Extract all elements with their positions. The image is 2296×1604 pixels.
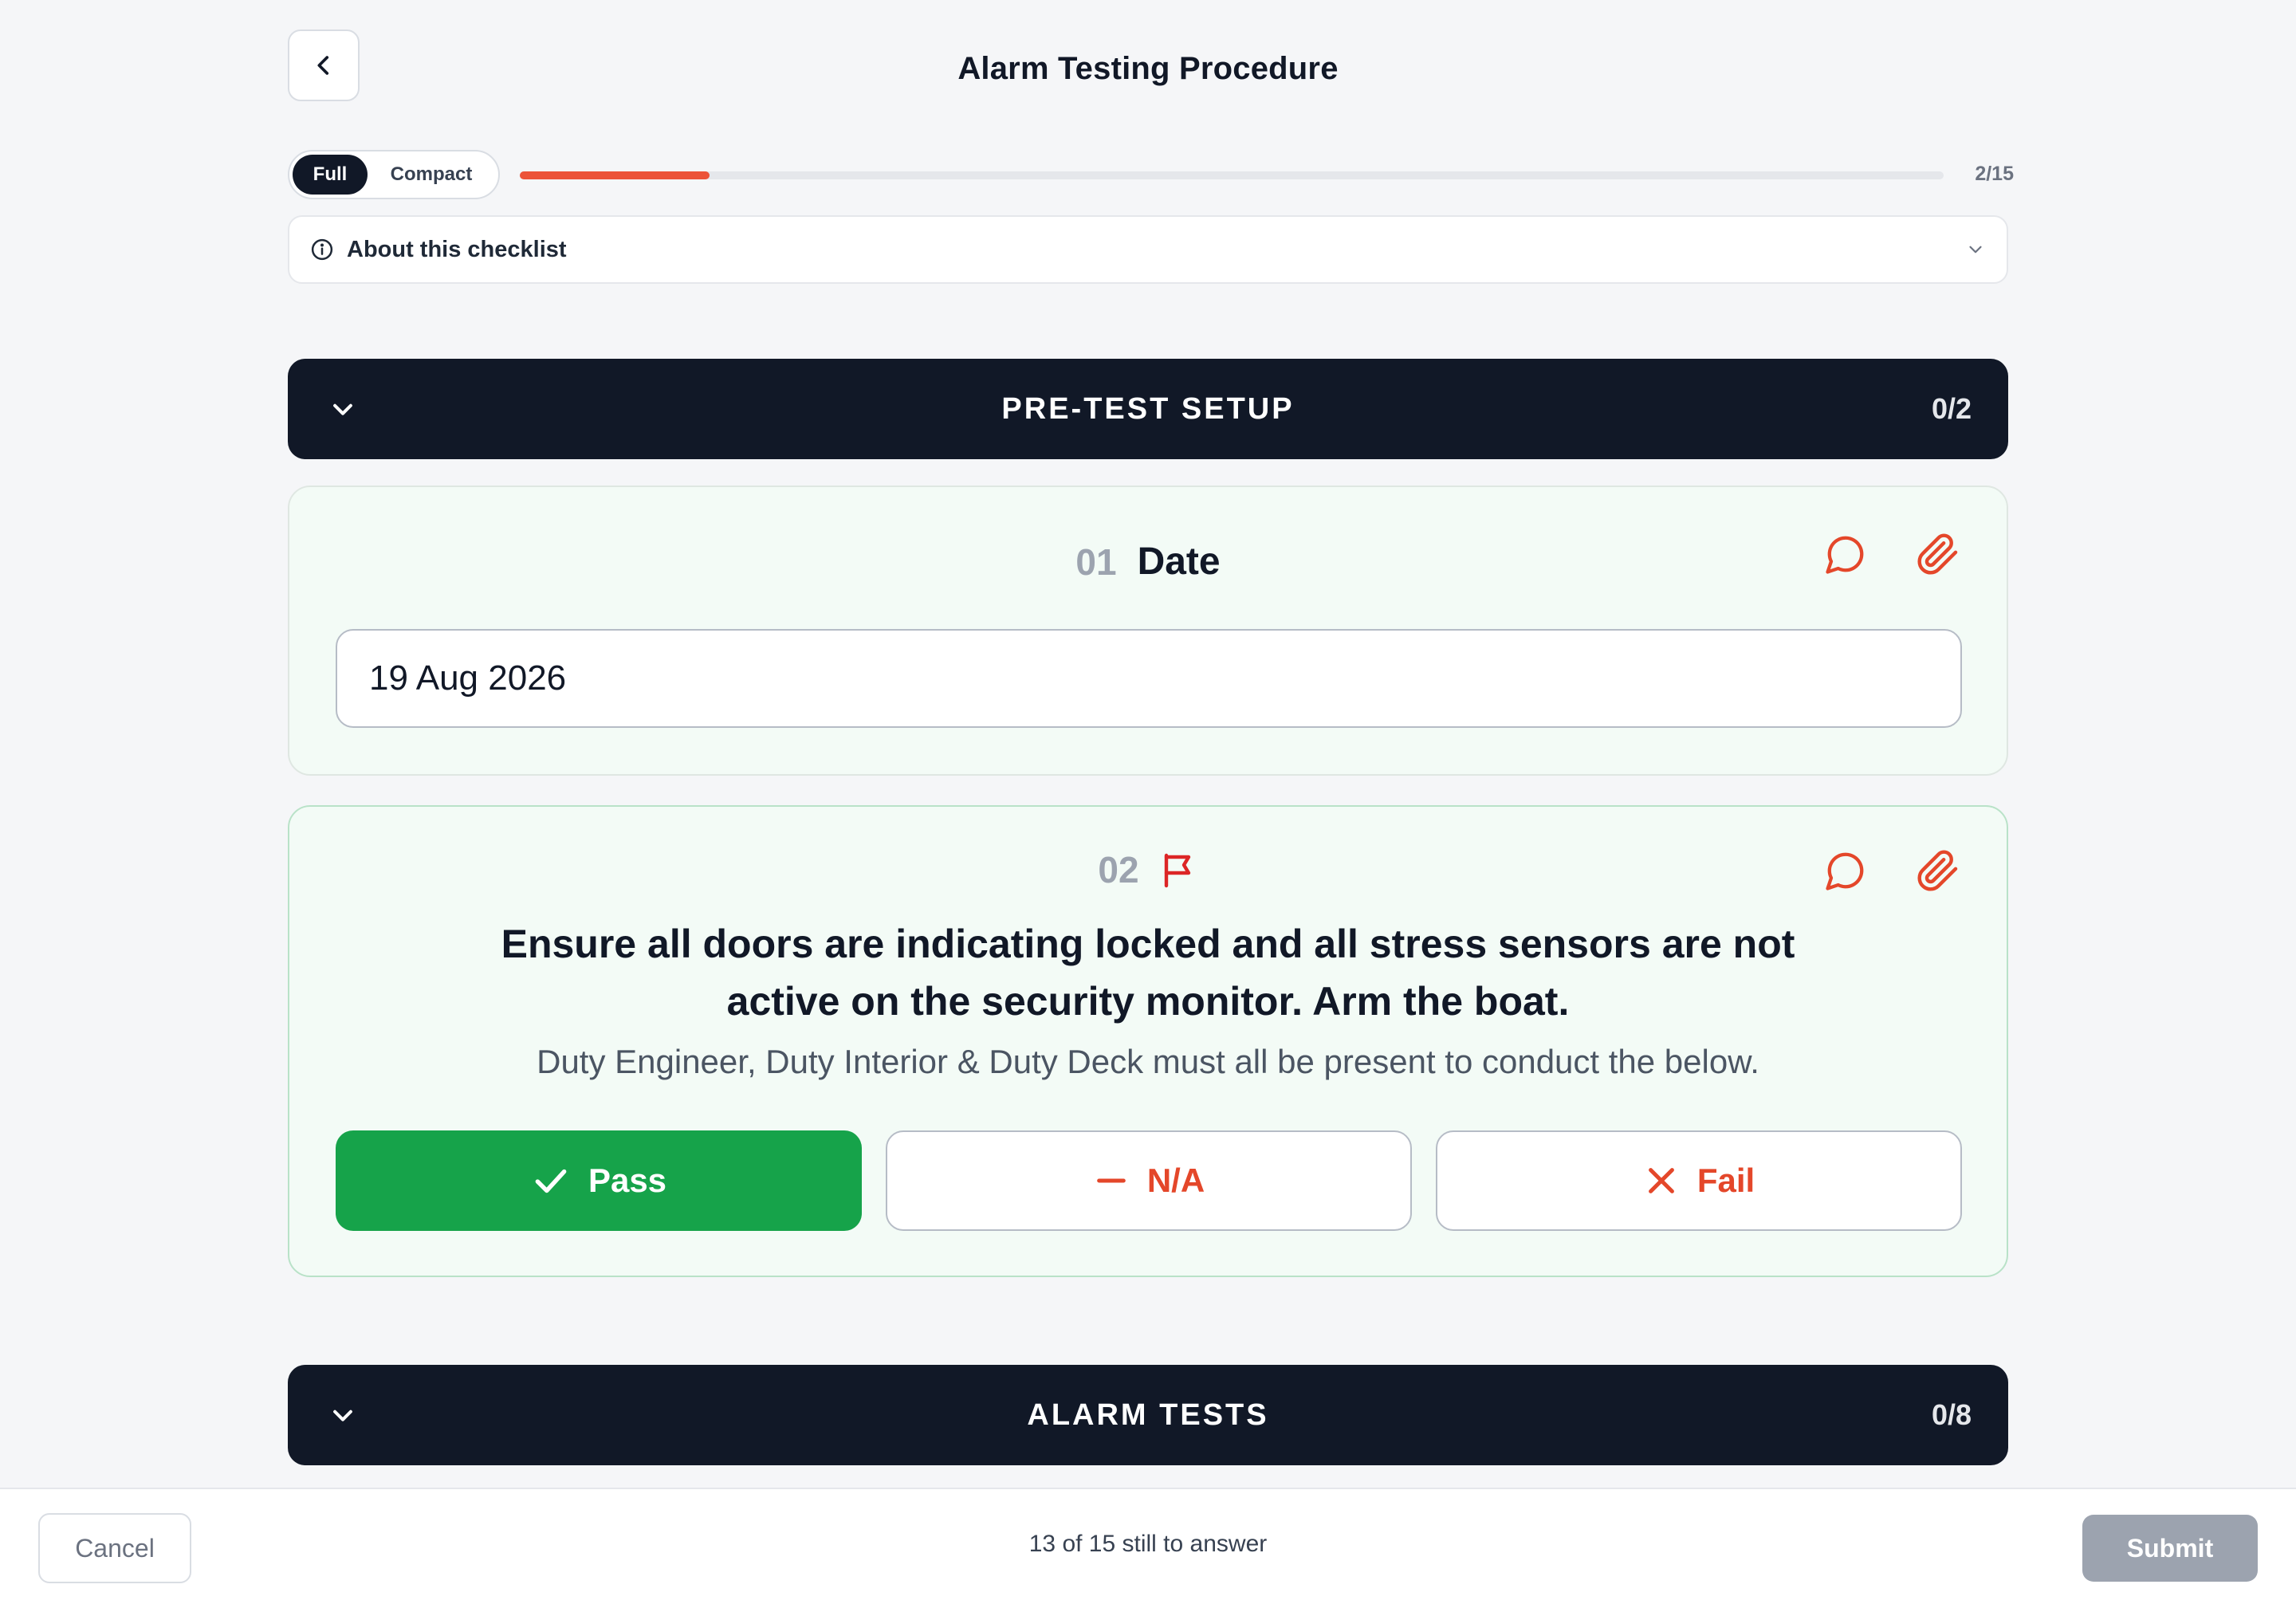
submit-button[interactable]: Submit xyxy=(2082,1515,2258,1582)
checklist-page: Alarm Testing Procedure Full Compact 2/1… xyxy=(0,0,2296,1604)
remaining-count: 13 of 15 still to answer xyxy=(1028,1531,1268,1557)
view-mode-toggle: Full Compact xyxy=(288,150,500,199)
flag-icon xyxy=(1160,851,1198,889)
footer-bar: Cancel 13 of 15 still to answer Submit xyxy=(0,1488,2296,1604)
answer-options: Pass N/A Fail xyxy=(336,1130,1962,1231)
date-field[interactable]: 19 Aug 2026 xyxy=(336,629,1962,728)
question-header: 01 Date xyxy=(289,540,2007,584)
question-card-date: 01 Date 19 Aug 2026 xyxy=(288,486,2008,776)
mode-compact-option[interactable]: Compact xyxy=(368,155,495,195)
fail-button[interactable]: Fail xyxy=(1436,1130,1962,1231)
progress-bar-fill xyxy=(520,171,710,179)
about-checklist-toggle[interactable]: About this checklist xyxy=(288,215,2008,284)
section-title: PRE-TEST SETUP xyxy=(1001,391,1295,426)
section-title: ALARM TESTS xyxy=(1027,1398,1269,1432)
check-icon xyxy=(531,1161,571,1201)
progress-count: 2/15 xyxy=(1975,163,2014,185)
question-number: 01 xyxy=(1075,541,1117,583)
mode-full-option[interactable]: Full xyxy=(293,155,368,195)
info-icon xyxy=(310,238,334,261)
section-header-alarm-tests[interactable]: ALARM TESTS 0/8 xyxy=(288,1365,2008,1465)
question-text: Ensure all doors are indicating locked a… xyxy=(501,922,1795,1024)
na-button[interactable]: N/A xyxy=(886,1130,1412,1231)
comment-icon[interactable] xyxy=(1823,848,1868,893)
chevron-down-icon xyxy=(1965,239,1986,260)
attachment-icon[interactable] xyxy=(1916,532,1960,576)
question-number: 02 xyxy=(1098,849,1139,890)
attachment-icon[interactable] xyxy=(1916,848,1960,893)
fail-label: Fail xyxy=(1696,1162,1755,1199)
about-checklist-label: About this checklist xyxy=(347,236,567,262)
question-actions xyxy=(1823,848,1960,893)
section-header-pre-test-setup[interactable]: PRE-TEST SETUP 0/2 xyxy=(288,359,2008,459)
pass-button[interactable]: Pass xyxy=(336,1130,862,1231)
minus-icon xyxy=(1093,1162,1130,1199)
section-count: 0/8 xyxy=(1931,1398,1972,1431)
section-count: 0/2 xyxy=(1931,392,1972,425)
page-title: Alarm Testing Procedure xyxy=(957,51,1339,86)
close-icon xyxy=(1643,1162,1680,1199)
question-header: 02 xyxy=(289,848,2007,891)
progress-bar xyxy=(520,171,1944,179)
pass-label: Pass xyxy=(588,1162,667,1199)
question-actions xyxy=(1823,532,1960,576)
question-card-arm-boat: 02 Ensure all doors are indicating locke… xyxy=(288,805,2008,1277)
question-title: Date xyxy=(1137,541,1221,583)
na-label: N/A xyxy=(1146,1162,1205,1199)
question-subtext: Duty Engineer, Duty Interior & Duty Deck… xyxy=(537,1043,1759,1080)
comment-icon[interactable] xyxy=(1823,532,1868,576)
